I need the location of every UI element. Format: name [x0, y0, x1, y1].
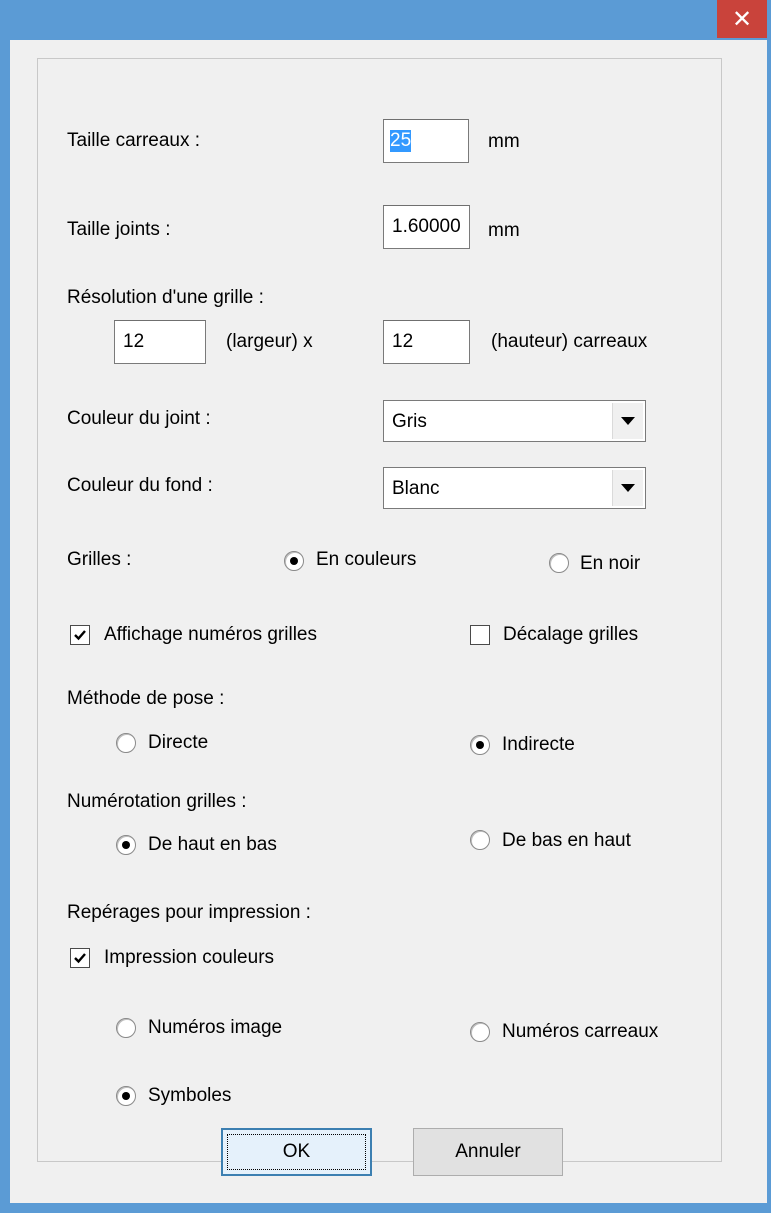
background-color-value: Blanc — [392, 478, 440, 499]
marker-symbols-radio[interactable] — [116, 1086, 136, 1106]
numbering-bottom-up-radio[interactable] — [470, 830, 490, 850]
radio-selected-dot — [290, 557, 298, 565]
radio-selected-dot — [122, 841, 130, 849]
marker-image-numbers-label[interactable]: Numéros image — [148, 1017, 282, 1039]
numbering-top-down-radio[interactable] — [116, 835, 136, 855]
joint-size-value: 1.60000 — [392, 216, 461, 237]
checkmark-icon — [74, 953, 86, 964]
grid-width-value: 12 — [123, 331, 145, 352]
tile-size-label: Taille carreaux : — [67, 130, 201, 151]
print-markers-label: Repérages pour impression : — [67, 902, 311, 923]
checkmark-icon — [74, 630, 86, 641]
show-grid-numbers-checkbox[interactable] — [70, 625, 90, 645]
joint-color-label: Couleur du joint : — [67, 408, 211, 429]
radio-selected-dot — [476, 741, 484, 749]
grid-width-label: (largeur) x — [226, 331, 313, 352]
dialog-window: ✕ Taille carreaux : 25 mm Taille joints … — [0, 0, 771, 1213]
ok-button[interactable]: OK — [221, 1128, 372, 1176]
marker-symbols-label[interactable]: Symboles — [148, 1085, 231, 1107]
grid-offset-checkbox[interactable] — [470, 625, 490, 645]
marker-image-numbers-radio[interactable] — [116, 1018, 136, 1038]
grid-height-value: 12 — [392, 331, 414, 352]
laying-direct-radio[interactable] — [116, 733, 136, 753]
joint-color-select[interactable]: Gris — [383, 400, 646, 442]
grids-black-radio[interactable] — [549, 553, 569, 573]
numbering-bottom-up-label[interactable]: De bas en haut — [502, 830, 631, 852]
background-color-dropdown-arrow[interactable] — [612, 470, 643, 506]
ok-button-label: OK — [282, 1141, 311, 1162]
show-grid-numbers-label[interactable]: Affichage numéros grilles — [104, 624, 317, 646]
radio-selected-dot — [122, 1092, 130, 1100]
joint-color-dropdown-arrow[interactable] — [612, 403, 643, 439]
tile-size-value: 25 — [390, 130, 412, 152]
joint-size-input[interactable]: 1.60000 — [383, 205, 470, 249]
background-color-select[interactable]: Blanc — [383, 467, 646, 509]
laying-indirect-label[interactable]: Indirecte — [502, 734, 575, 756]
joint-color-value: Gris — [392, 411, 427, 432]
tile-size-unit: mm — [488, 131, 520, 152]
cancel-button[interactable]: Annuler — [413, 1128, 563, 1176]
grid-offset-label[interactable]: Décalage grilles — [503, 624, 638, 646]
grid-height-input[interactable]: 12 — [383, 320, 470, 364]
close-button[interactable]: ✕ — [717, 0, 767, 38]
numbering-top-down-label[interactable]: De haut en bas — [148, 834, 277, 856]
title-bar[interactable]: ✕ — [0, 0, 771, 40]
marker-tile-numbers-radio[interactable] — [470, 1022, 490, 1042]
close-icon: ✕ — [731, 5, 753, 33]
background-color-label: Couleur du fond : — [67, 475, 213, 496]
tile-size-input[interactable]: 25 — [383, 119, 469, 163]
grid-height-label: (hauteur) carreaux — [491, 331, 648, 352]
grids-color-radio[interactable] — [284, 551, 304, 571]
marker-tile-numbers-label[interactable]: Numéros carreaux — [502, 1021, 658, 1043]
color-print-label[interactable]: Impression couleurs — [104, 947, 274, 969]
laying-direct-label[interactable]: Directe — [148, 732, 208, 754]
grids-black-label[interactable]: En noir — [580, 553, 640, 575]
grid-width-input[interactable]: 12 — [114, 320, 206, 364]
grids-color-label[interactable]: En couleurs — [316, 549, 416, 571]
color-print-checkbox[interactable] — [70, 948, 90, 968]
grid-resolution-label: Résolution d'une grille : — [67, 287, 264, 308]
joint-size-unit: mm — [488, 220, 520, 241]
grids-label: Grilles : — [67, 549, 132, 570]
laying-indirect-radio[interactable] — [470, 735, 490, 755]
laying-method-label: Méthode de pose : — [67, 688, 225, 709]
grid-numbering-label: Numérotation grilles : — [67, 791, 247, 812]
chevron-down-icon — [621, 417, 635, 425]
chevron-down-icon — [621, 484, 635, 492]
cancel-button-label: Annuler — [455, 1141, 521, 1162]
joint-size-label: Taille joints : — [67, 219, 171, 240]
